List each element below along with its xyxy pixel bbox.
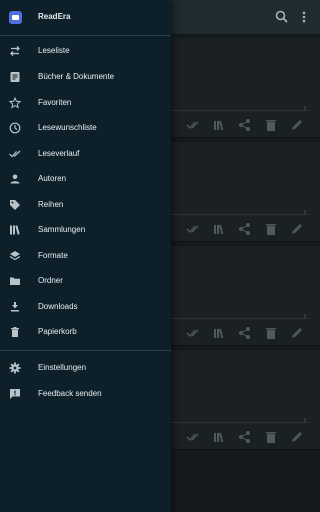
share-icon[interactable] — [238, 118, 252, 132]
nav-item-label: Lesewunschliste — [38, 123, 97, 132]
nav-item-label: Autoren — [38, 174, 67, 183]
readera-logo-icon — [9, 11, 22, 24]
edit-icon[interactable] — [290, 430, 304, 444]
trash-icon[interactable] — [264, 118, 278, 132]
nav-item-label: Feedback senden — [38, 389, 102, 398]
search-icon[interactable] — [274, 9, 290, 25]
nav-item-leseliste[interactable]: Leseliste — [0, 38, 171, 63]
nav-item-label: Bücher & Dokumente — [38, 72, 115, 81]
double-check-icon[interactable] — [186, 222, 200, 236]
books-icon — [9, 224, 21, 236]
nav-item-reihen[interactable]: Reihen — [0, 192, 171, 217]
nav-item-autoren[interactable]: Autoren — [0, 166, 171, 191]
trash-icon[interactable] — [264, 222, 278, 236]
nav-item-papierkorb[interactable]: Papierkorb — [0, 319, 171, 344]
nav-item-einstellungen[interactable]: Einstellungen — [0, 355, 171, 380]
folder-icon — [9, 275, 21, 287]
card-actions — [186, 426, 320, 448]
edit-icon[interactable] — [290, 222, 304, 236]
double-check-icon[interactable] — [186, 326, 200, 340]
double-check-icon[interactable] — [186, 430, 200, 444]
document-icon — [9, 71, 21, 83]
share-icon[interactable] — [238, 222, 252, 236]
nav-item-buecher-dokumente[interactable]: Bücher & Dokumente — [0, 64, 171, 89]
feedback-icon — [9, 388, 21, 400]
tag-icon — [9, 199, 21, 211]
nav-item-label: Formate — [38, 251, 68, 260]
nav-item-label: Einstellungen — [38, 363, 87, 372]
share-icon[interactable] — [238, 430, 252, 444]
double-check-icon[interactable] — [186, 118, 200, 132]
nav-item-leseverlauf[interactable]: Leseverlauf — [0, 141, 171, 166]
nav-item-label: Favoriten — [38, 98, 72, 107]
books-icon[interactable] — [212, 118, 226, 132]
books-icon[interactable] — [212, 222, 226, 236]
share-icon[interactable] — [238, 326, 252, 340]
nav-item-label: Leseverlauf — [38, 149, 80, 158]
card-actions — [186, 322, 320, 344]
card-actions — [186, 114, 320, 136]
nav-item-formate[interactable]: Formate — [0, 243, 171, 268]
edit-icon[interactable] — [290, 326, 304, 340]
layers-icon — [9, 250, 21, 262]
trash-icon — [9, 326, 21, 338]
navigation-drawer: ReadEra Leseliste Bücher & Dokumente Fav… — [0, 0, 171, 512]
nav-item-feedback[interactable]: Feedback senden — [0, 381, 171, 406]
nav-item-label: Downloads — [38, 302, 78, 311]
clock-icon — [9, 122, 21, 134]
nav-item-label: Reihen — [38, 200, 64, 209]
divider — [0, 350, 171, 351]
person-icon — [9, 173, 21, 185]
books-icon[interactable] — [212, 430, 226, 444]
swap-arrows-icon — [9, 45, 21, 57]
card-actions — [186, 218, 320, 240]
drawer-header: ReadEra — [0, 0, 171, 36]
nav-item-favoriten[interactable]: Favoriten — [0, 90, 171, 115]
edit-icon[interactable] — [290, 118, 304, 132]
nav-item-downloads[interactable]: Downloads — [0, 294, 171, 319]
double-check-icon — [9, 148, 21, 160]
star-icon — [9, 96, 21, 109]
more-vert-icon[interactable] — [296, 9, 312, 25]
nav-item-label: Leseliste — [38, 46, 70, 55]
nav-item-label: Papierkorb — [38, 327, 77, 336]
nav-item-sammlungen[interactable]: Sammlungen — [0, 217, 171, 242]
books-icon[interactable] — [212, 326, 226, 340]
nav-item-ordner[interactable]: Ordner — [0, 268, 171, 293]
trash-icon[interactable] — [264, 326, 278, 340]
gear-icon — [9, 362, 21, 374]
nav-item-label: Ordner — [38, 276, 63, 285]
download-icon — [9, 301, 21, 313]
nav-item-lesewunschliste[interactable]: Lesewunschliste — [0, 115, 171, 140]
trash-icon[interactable] — [264, 430, 278, 444]
app-name: ReadEra — [38, 12, 71, 21]
nav-item-label: Sammlungen — [38, 225, 86, 234]
